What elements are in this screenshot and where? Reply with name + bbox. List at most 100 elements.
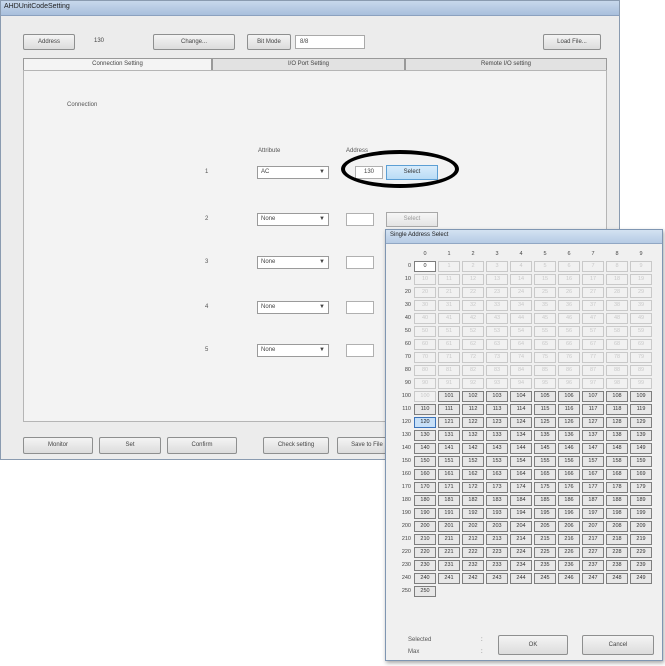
bit-mode-field[interactable]: 8/8 <box>295 35 365 49</box>
address-cell[interactable]: 110 <box>414 404 436 415</box>
address-cell[interactable]: 29 <box>630 287 652 298</box>
address-cell[interactable]: 94 <box>510 378 532 389</box>
address-field[interactable] <box>346 301 374 314</box>
address-cell[interactable]: 149 <box>630 443 652 454</box>
address-cell[interactable]: 115 <box>534 404 556 415</box>
address-cell[interactable]: 147 <box>582 443 604 454</box>
address-cell[interactable]: 101 <box>438 391 460 402</box>
address-cell[interactable]: 127 <box>582 417 604 428</box>
address-cell[interactable]: 233 <box>486 560 508 571</box>
address-cell[interactable]: 138 <box>606 430 628 441</box>
address-cell[interactable]: 247 <box>582 573 604 584</box>
address-cell[interactable]: 249 <box>630 573 652 584</box>
attribute-select[interactable]: None ▼ <box>257 213 329 226</box>
address-cell[interactable]: 37 <box>582 300 604 311</box>
address-cell[interactable]: 132 <box>462 430 484 441</box>
address-cell[interactable]: 67 <box>582 339 604 350</box>
address-cell[interactable]: 146 <box>558 443 580 454</box>
address-cell[interactable]: 77 <box>582 352 604 363</box>
address-cell[interactable]: 160 <box>414 469 436 480</box>
address-cell[interactable]: 80 <box>414 365 436 376</box>
address-cell[interactable]: 211 <box>438 534 460 545</box>
address-cell[interactable]: 58 <box>606 326 628 337</box>
address-cell[interactable]: 203 <box>486 521 508 532</box>
address-cell[interactable]: 91 <box>438 378 460 389</box>
address-cell[interactable]: 244 <box>510 573 532 584</box>
address-cell[interactable]: 11 <box>438 274 460 285</box>
address-cell[interactable]: 166 <box>558 469 580 480</box>
address-cell[interactable]: 213 <box>486 534 508 545</box>
tab-remote-io-setting[interactable]: Remote I/O setting <box>405 58 607 70</box>
address-cell[interactable]: 139 <box>630 430 652 441</box>
address-cell[interactable]: 103 <box>486 391 508 402</box>
address-cell[interactable]: 54 <box>510 326 532 337</box>
address-cell[interactable]: 170 <box>414 482 436 493</box>
address-cell[interactable]: 134 <box>510 430 532 441</box>
attribute-select[interactable]: AC ▼ <box>257 166 329 179</box>
address-cell[interactable]: 123 <box>486 417 508 428</box>
address-cell[interactable]: 201 <box>438 521 460 532</box>
address-cell[interactable]: 3 <box>486 261 508 272</box>
address-cell[interactable]: 197 <box>582 508 604 519</box>
address-cell[interactable]: 206 <box>558 521 580 532</box>
address-cell[interactable]: 185 <box>534 495 556 506</box>
address-cell[interactable]: 17 <box>582 274 604 285</box>
address-cell[interactable]: 164 <box>510 469 532 480</box>
address-cell[interactable]: 48 <box>606 313 628 324</box>
address-cell[interactable]: 243 <box>486 573 508 584</box>
address-cell[interactable]: 222 <box>462 547 484 558</box>
address-cell[interactable]: 100 <box>414 391 436 402</box>
confirm-button[interactable]: Confirm <box>167 437 237 454</box>
address-cell[interactable]: 158 <box>606 456 628 467</box>
address-cell[interactable]: 38 <box>606 300 628 311</box>
address-cell[interactable]: 28 <box>606 287 628 298</box>
address-cell[interactable]: 31 <box>438 300 460 311</box>
tab-connection-setting[interactable]: Connection Setting <box>23 58 212 70</box>
address-cell[interactable]: 75 <box>534 352 556 363</box>
address-cell[interactable]: 40 <box>414 313 436 324</box>
address-cell[interactable]: 152 <box>462 456 484 467</box>
address-cell[interactable]: 4 <box>510 261 532 272</box>
address-cell[interactable]: 52 <box>462 326 484 337</box>
address-cell[interactable]: 217 <box>582 534 604 545</box>
address-cell[interactable]: 230 <box>414 560 436 571</box>
address-cell[interactable]: 43 <box>486 313 508 324</box>
address-cell[interactable]: 177 <box>582 482 604 493</box>
address-cell[interactable]: 187 <box>582 495 604 506</box>
address-cell[interactable]: 142 <box>462 443 484 454</box>
address-cell[interactable]: 15 <box>534 274 556 285</box>
address-cell[interactable]: 102 <box>462 391 484 402</box>
address-cell[interactable]: 182 <box>462 495 484 506</box>
address-cell[interactable]: 192 <box>462 508 484 519</box>
address-cell[interactable]: 84 <box>510 365 532 376</box>
address-cell[interactable]: 167 <box>582 469 604 480</box>
address-cell[interactable]: 190 <box>414 508 436 519</box>
address-cell[interactable]: 156 <box>558 456 580 467</box>
attribute-select[interactable]: None ▼ <box>257 344 329 357</box>
address-cell[interactable]: 82 <box>462 365 484 376</box>
address-cell[interactable]: 12 <box>462 274 484 285</box>
address-cell[interactable]: 173 <box>486 482 508 493</box>
address-cell[interactable]: 122 <box>462 417 484 428</box>
address-cell[interactable]: 41 <box>438 313 460 324</box>
address-cell[interactable]: 47 <box>582 313 604 324</box>
address-cell[interactable]: 6 <box>558 261 580 272</box>
address-cell[interactable]: 231 <box>438 560 460 571</box>
address-cell[interactable]: 125 <box>534 417 556 428</box>
address-cell[interactable]: 113 <box>486 404 508 415</box>
address-cell[interactable]: 0 <box>414 261 436 272</box>
address-cell[interactable]: 35 <box>534 300 556 311</box>
address-cell[interactable]: 175 <box>534 482 556 493</box>
address-cell[interactable]: 60 <box>414 339 436 350</box>
address-cell[interactable]: 34 <box>510 300 532 311</box>
address-cell[interactable]: 18 <box>606 274 628 285</box>
select-button[interactable]: Select <box>386 212 438 227</box>
address-cell[interactable]: 212 <box>462 534 484 545</box>
address-cell[interactable]: 7 <box>582 261 604 272</box>
address-cell[interactable]: 46 <box>558 313 580 324</box>
address-field[interactable] <box>346 344 374 357</box>
address-cell[interactable]: 61 <box>438 339 460 350</box>
address-cell[interactable]: 141 <box>438 443 460 454</box>
address-cell[interactable]: 171 <box>438 482 460 493</box>
address-cell[interactable]: 87 <box>582 365 604 376</box>
